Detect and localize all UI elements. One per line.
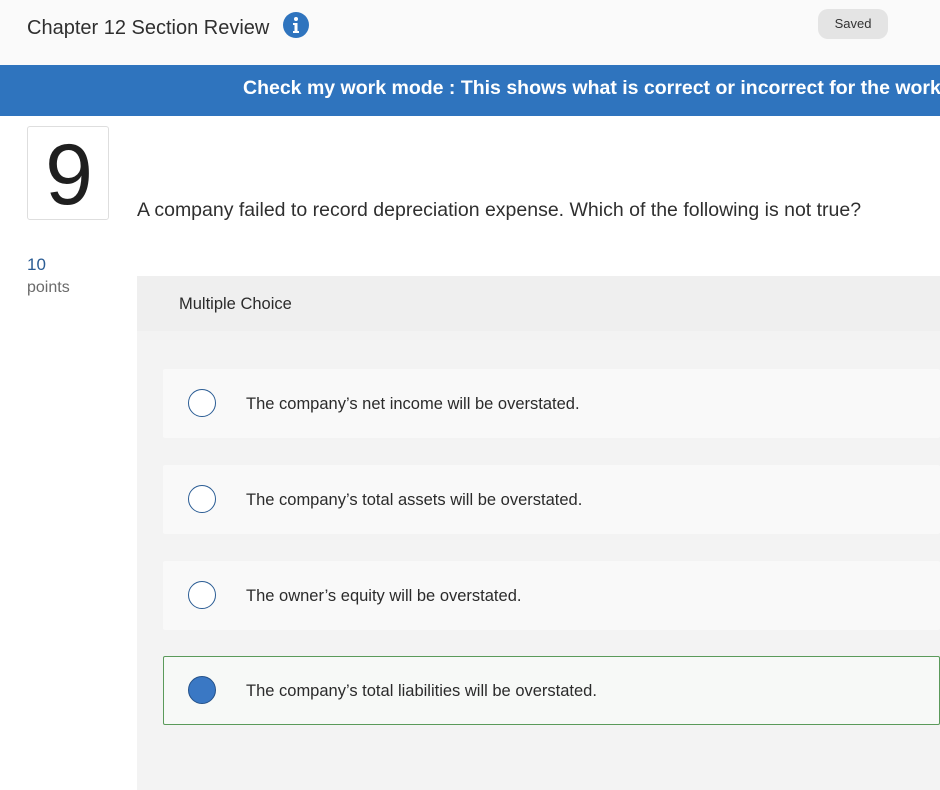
question-number-box: 9 — [27, 126, 109, 220]
radio-button-selected[interactable] — [188, 676, 216, 704]
answer-panel-header: Multiple Choice — [137, 276, 940, 331]
saved-status-badge: Saved — [818, 9, 888, 39]
banner-text: Check my work mode : This shows what is … — [243, 77, 940, 99]
question-number: 9 — [45, 127, 93, 223]
choice-option-2[interactable]: The company’s total assets will be overs… — [163, 465, 940, 534]
choice-label: The company’s total liabilities will be … — [246, 682, 597, 700]
info-circle-icon[interactable] — [283, 12, 309, 38]
choice-option-4[interactable]: The company’s total liabilities will be … — [163, 656, 940, 725]
radio-button[interactable] — [188, 581, 216, 609]
radio-button[interactable] — [188, 389, 216, 417]
top-bar: Chapter 12 Section Review Saved — [0, 0, 940, 65]
page-title: Chapter 12 Section Review — [27, 17, 270, 39]
answer-panel: Multiple Choice The company’s net income… — [137, 276, 940, 790]
points-label: points — [27, 279, 70, 296]
check-my-work-banner: Check my work mode : This shows what is … — [0, 65, 940, 116]
question-type-label: Multiple Choice — [179, 295, 292, 313]
points-value: 10 — [27, 255, 46, 274]
choice-label: The company’s total assets will be overs… — [246, 491, 583, 509]
choice-label: The owner’s equity will be overstated. — [246, 587, 522, 605]
question-text: A company failed to record depreciation … — [137, 199, 862, 221]
choice-option-3[interactable]: The owner’s equity will be overstated. — [163, 561, 940, 630]
radio-button[interactable] — [188, 485, 216, 513]
choice-label: The company’s net income will be oversta… — [246, 395, 580, 413]
choice-option-1[interactable]: The company’s net income will be oversta… — [163, 369, 940, 438]
